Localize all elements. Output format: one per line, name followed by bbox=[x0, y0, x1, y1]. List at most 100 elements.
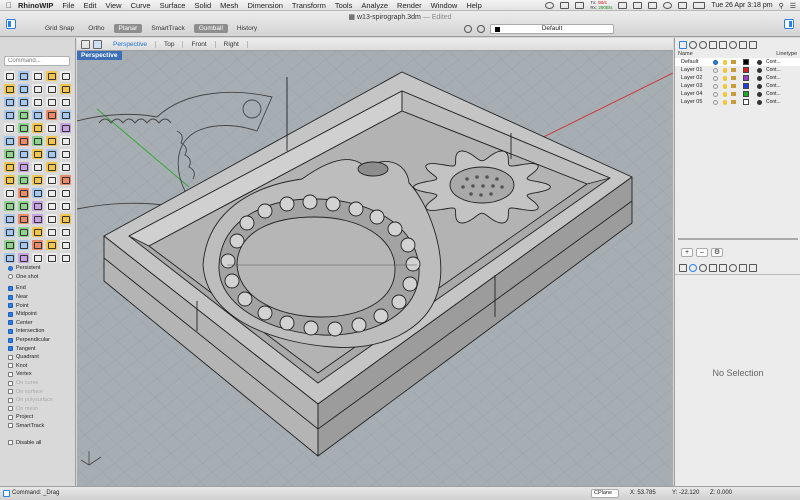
osnap-item[interactable]: SmartTrack bbox=[8, 422, 74, 431]
tool-button-icon[interactable] bbox=[60, 136, 71, 146]
tool-button-icon[interactable] bbox=[18, 214, 29, 224]
tool-button-icon[interactable] bbox=[4, 162, 15, 172]
lock-icon[interactable] bbox=[731, 100, 736, 104]
gumball-toggle[interactable]: Gumball bbox=[193, 24, 228, 33]
tab-right[interactable]: Right bbox=[216, 40, 248, 48]
materials-icon[interactable] bbox=[729, 40, 737, 49]
display-mode-icon[interactable] bbox=[699, 264, 707, 272]
layer-color-swatch[interactable] bbox=[743, 59, 749, 65]
tool-button-icon[interactable] bbox=[32, 84, 43, 94]
smarttrack-toggle[interactable]: SmartTrack bbox=[146, 24, 189, 33]
tool-button-icon[interactable] bbox=[18, 253, 29, 263]
notification-center-icon[interactable]: ☰ bbox=[790, 2, 796, 10]
clock[interactable]: Tue 26 Apr 3:18 pm bbox=[711, 2, 772, 9]
layer-row[interactable]: Layer 01 Cont... bbox=[675, 66, 800, 74]
tool-button-icon[interactable] bbox=[46, 201, 57, 211]
menu-transform[interactable]: Transform bbox=[292, 1, 326, 10]
tool-button-icon[interactable] bbox=[4, 201, 15, 211]
tool-button-icon[interactable] bbox=[32, 188, 43, 198]
tool-button-icon[interactable] bbox=[18, 149, 29, 159]
osnap-item[interactable]: Near bbox=[8, 293, 74, 302]
tool-button-icon[interactable] bbox=[18, 97, 29, 107]
osnap-item[interactable]: Quadrant bbox=[8, 353, 74, 362]
tool-button-icon[interactable] bbox=[32, 71, 43, 81]
tool-button-icon[interactable] bbox=[4, 149, 15, 159]
tab-top[interactable]: Top bbox=[156, 40, 184, 48]
current-layer-dropdown[interactable]: Default bbox=[490, 24, 614, 34]
tool-button-icon[interactable] bbox=[4, 110, 15, 120]
lock-icon[interactable] bbox=[731, 84, 736, 88]
menu-help[interactable]: Help bbox=[466, 1, 481, 10]
tool-button-icon[interactable] bbox=[4, 188, 15, 198]
osnap-item[interactable]: Center bbox=[8, 319, 74, 328]
tool-button-icon[interactable] bbox=[4, 240, 15, 250]
tool-button-icon[interactable] bbox=[18, 227, 29, 237]
tool-button-icon[interactable] bbox=[4, 214, 15, 224]
layer-row[interactable]: Default Cont... bbox=[675, 58, 800, 66]
menu-edit[interactable]: Edit bbox=[84, 1, 97, 10]
tool-button-icon[interactable] bbox=[46, 84, 57, 94]
tool-button-icon[interactable] bbox=[46, 253, 57, 263]
tab-perspective[interactable]: Perspective bbox=[105, 40, 156, 48]
history-toggle[interactable]: History bbox=[232, 24, 262, 33]
visibility-bulb-icon[interactable] bbox=[723, 91, 727, 97]
tool-button-icon[interactable] bbox=[46, 227, 57, 237]
tool-button-icon[interactable] bbox=[4, 123, 15, 133]
osnap-one-shot[interactable]: One shot bbox=[8, 273, 74, 282]
menu-tools[interactable]: Tools bbox=[335, 1, 353, 10]
remove-layer-button[interactable]: – bbox=[696, 248, 708, 257]
dropbox-icon[interactable] bbox=[560, 2, 570, 9]
layer-row[interactable]: Layer 02 Cont... bbox=[675, 74, 800, 82]
help-panel-icon[interactable] bbox=[749, 40, 757, 49]
tool-button-icon[interactable] bbox=[60, 110, 71, 120]
menu-solid[interactable]: Solid bbox=[194, 1, 211, 10]
lock-icon[interactable] bbox=[731, 76, 736, 80]
norton-icon[interactable] bbox=[545, 2, 555, 9]
grid-snap-toggle[interactable]: Grid Snap bbox=[40, 24, 79, 33]
menu-app[interactable]: RhinoWIP bbox=[18, 1, 53, 10]
tool-button-icon[interactable] bbox=[4, 84, 15, 94]
tool-button-icon[interactable] bbox=[60, 175, 71, 185]
menu-surface[interactable]: Surface bbox=[160, 1, 186, 10]
perspective-viewport[interactable]: Perspective bbox=[77, 51, 673, 486]
single-viewport-icon[interactable] bbox=[93, 39, 102, 49]
timemachine-icon[interactable] bbox=[633, 2, 643, 9]
camera-icon[interactable] bbox=[719, 264, 727, 272]
material-sphere-icon[interactable] bbox=[757, 75, 762, 81]
tool-button-icon[interactable] bbox=[60, 123, 71, 133]
menu-mesh[interactable]: Mesh bbox=[220, 1, 238, 10]
tool-button-icon[interactable] bbox=[32, 110, 43, 120]
current-layer-radio-icon[interactable] bbox=[713, 99, 718, 105]
tool-button-icon[interactable] bbox=[32, 162, 43, 172]
visibility-bulb-icon[interactable] bbox=[723, 59, 727, 65]
tool-button-icon[interactable] bbox=[32, 97, 43, 107]
menu-curve[interactable]: Curve bbox=[131, 1, 151, 10]
battery-icon[interactable] bbox=[693, 2, 706, 9]
menu-analyze[interactable]: Analyze bbox=[361, 1, 388, 10]
osnap-item[interactable]: Perpendicular bbox=[8, 336, 74, 345]
osnap-persistent[interactable]: Persistent bbox=[8, 264, 74, 273]
material-sphere-icon[interactable] bbox=[757, 59, 762, 65]
command-input[interactable] bbox=[4, 56, 70, 66]
lock-icon[interactable] bbox=[731, 68, 736, 72]
current-layer-radio-icon[interactable] bbox=[713, 59, 718, 65]
gumball-options-icon[interactable] bbox=[464, 25, 472, 33]
tool-button-icon[interactable] bbox=[46, 240, 57, 250]
cplane-dropdown[interactable]: CPlane bbox=[591, 489, 619, 498]
tool-button-icon[interactable] bbox=[18, 201, 29, 211]
material-sphere-icon[interactable] bbox=[757, 99, 762, 105]
tool-button-icon[interactable] bbox=[60, 214, 71, 224]
named-view-icon[interactable] bbox=[709, 40, 717, 49]
tool-button-icon[interactable] bbox=[18, 123, 29, 133]
layer-options-button[interactable]: ⚙ bbox=[711, 248, 723, 257]
material-sphere-icon[interactable] bbox=[757, 67, 762, 73]
tool-button-icon[interactable] bbox=[60, 71, 71, 81]
osnap-item[interactable]: Vertex bbox=[8, 370, 74, 379]
named-view-icon[interactable] bbox=[709, 264, 717, 272]
osnap-item[interactable]: Knot bbox=[8, 362, 74, 371]
command-line[interactable]: Command: _Drag bbox=[12, 490, 59, 496]
osnap-item[interactable]: Point bbox=[8, 301, 74, 310]
osnap-item[interactable]: On surface bbox=[8, 387, 74, 396]
properties-icon[interactable] bbox=[689, 40, 697, 49]
osnap-disable-all[interactable]: Disable all bbox=[8, 438, 74, 447]
